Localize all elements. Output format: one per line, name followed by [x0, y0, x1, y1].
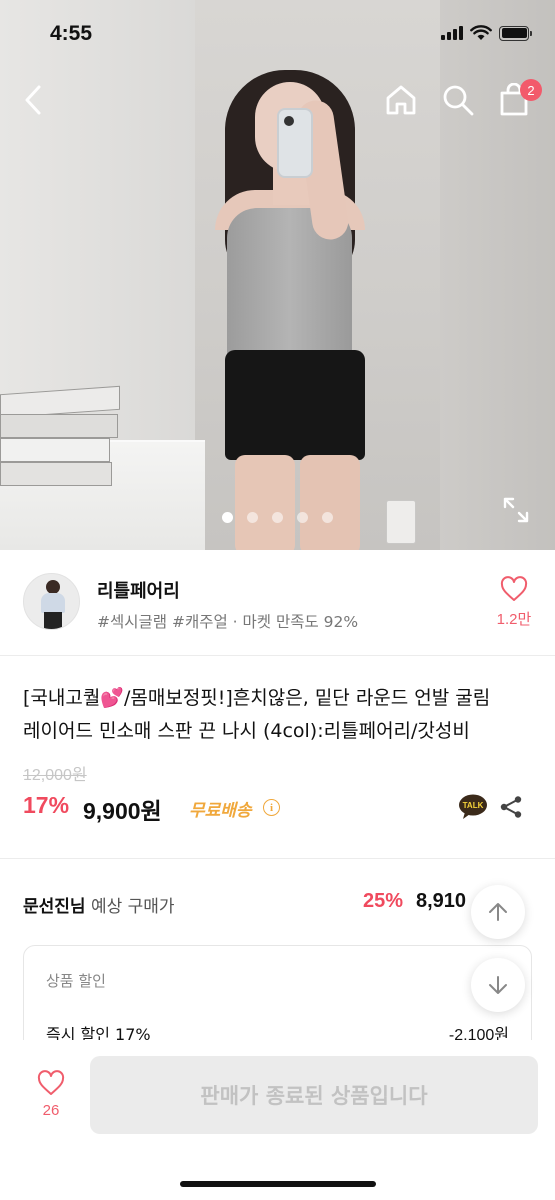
photo-model: [185, 60, 425, 550]
section-divider: [0, 858, 555, 859]
carousel-dot[interactable]: [272, 512, 283, 523]
photo-book: [0, 414, 118, 438]
arrow-up-icon: [489, 903, 507, 921]
discount-card-title: 상품 할인: [46, 972, 106, 990]
free-shipping-label: 무료배송: [189, 801, 252, 821]
scroll-up-button[interactable]: [471, 885, 525, 939]
seller-tags: #섹시글램 #캐주얼 · 마켓 만족도 92%: [97, 613, 359, 631]
back-button[interactable]: [16, 82, 52, 118]
photo-book: [0, 438, 110, 462]
cart-count-badge: 2: [520, 79, 542, 101]
seller-name[interactable]: 리틀페어리: [97, 577, 180, 603]
product-title: [국내고퀄💕/몸매보정핏!]흔치않은, 밑단 라운드 언발 굴림 레이어드 민소…: [23, 682, 538, 748]
status-time: 4:55: [50, 22, 93, 45]
seller-section[interactable]: 리틀페어리 #섹시글램 #캐주얼 · 마켓 만족도 92% 1.2만: [0, 550, 555, 656]
share-icon[interactable]: [499, 795, 523, 819]
status-icons: [441, 25, 532, 41]
seller-like-count: 1.2만: [496, 611, 532, 628]
home-icon: [386, 85, 416, 115]
expected-price: 8,910: [416, 890, 467, 912]
battery-icon: [499, 25, 532, 41]
seller-like-button[interactable]: 1.2만: [494, 576, 534, 629]
product-like-count: 26: [42, 1102, 60, 1119]
product-like-button[interactable]: 26: [30, 1070, 72, 1119]
search-icon: [443, 85, 474, 116]
heart-outline-icon: [37, 1070, 65, 1095]
carousel-dot[interactable]: [297, 512, 308, 523]
kakao-talk-icon[interactable]: TALK: [458, 794, 488, 820]
carousel-dot[interactable]: [247, 512, 258, 523]
seller-avatar[interactable]: [23, 573, 80, 630]
photo-book: [0, 462, 112, 486]
chevron-left-icon: [25, 85, 41, 115]
scroll-down-button[interactable]: [471, 958, 525, 1012]
product-image-carousel[interactable]: 4:55 2: [0, 0, 555, 550]
fullscreen-expand-icon[interactable]: [502, 496, 530, 524]
wifi-icon: [470, 25, 492, 40]
heart-outline-icon: [500, 576, 528, 601]
home-button[interactable]: [383, 82, 419, 118]
product-title-line: 레이어드 민소매 스판 끈 나시 (4col):리틀페어리/갓성비: [23, 720, 470, 742]
expected-label-text: 예상 구매가: [85, 897, 175, 917]
info-icon[interactable]: i: [263, 799, 280, 816]
talk-label: TALK: [463, 801, 484, 810]
original-price: 12,000원: [23, 767, 87, 784]
discount-breakdown-card: 상품 할인 즉시 할인 17% -2,100원: [23, 945, 532, 1055]
sold-out-button[interactable]: 판매가 종료된 상품입니다: [90, 1056, 538, 1134]
bottom-action-bar: 26 판매가 종료된 상품입니다: [0, 1040, 555, 1200]
arrow-down-icon: [489, 976, 507, 994]
home-indicator: [180, 1181, 376, 1187]
carousel-dot[interactable]: [222, 512, 233, 523]
product-title-line: [국내고퀄💕/몸매보정핏!]흔치않은, 밑단 라운드 언발 굴림: [23, 687, 491, 709]
carousel-dots: [222, 512, 333, 523]
carousel-dot[interactable]: [322, 512, 333, 523]
sale-price: 9,900원: [83, 798, 162, 824]
expected-price-label: 문선진님 예상 구매가: [23, 892, 175, 917]
expected-discount-rate: 25%: [363, 890, 404, 912]
buyer-name: 문선진님: [23, 897, 86, 917]
search-button[interactable]: [440, 82, 476, 118]
cellular-signal-icon: [441, 26, 463, 40]
discount-rate: 17%: [23, 792, 70, 818]
